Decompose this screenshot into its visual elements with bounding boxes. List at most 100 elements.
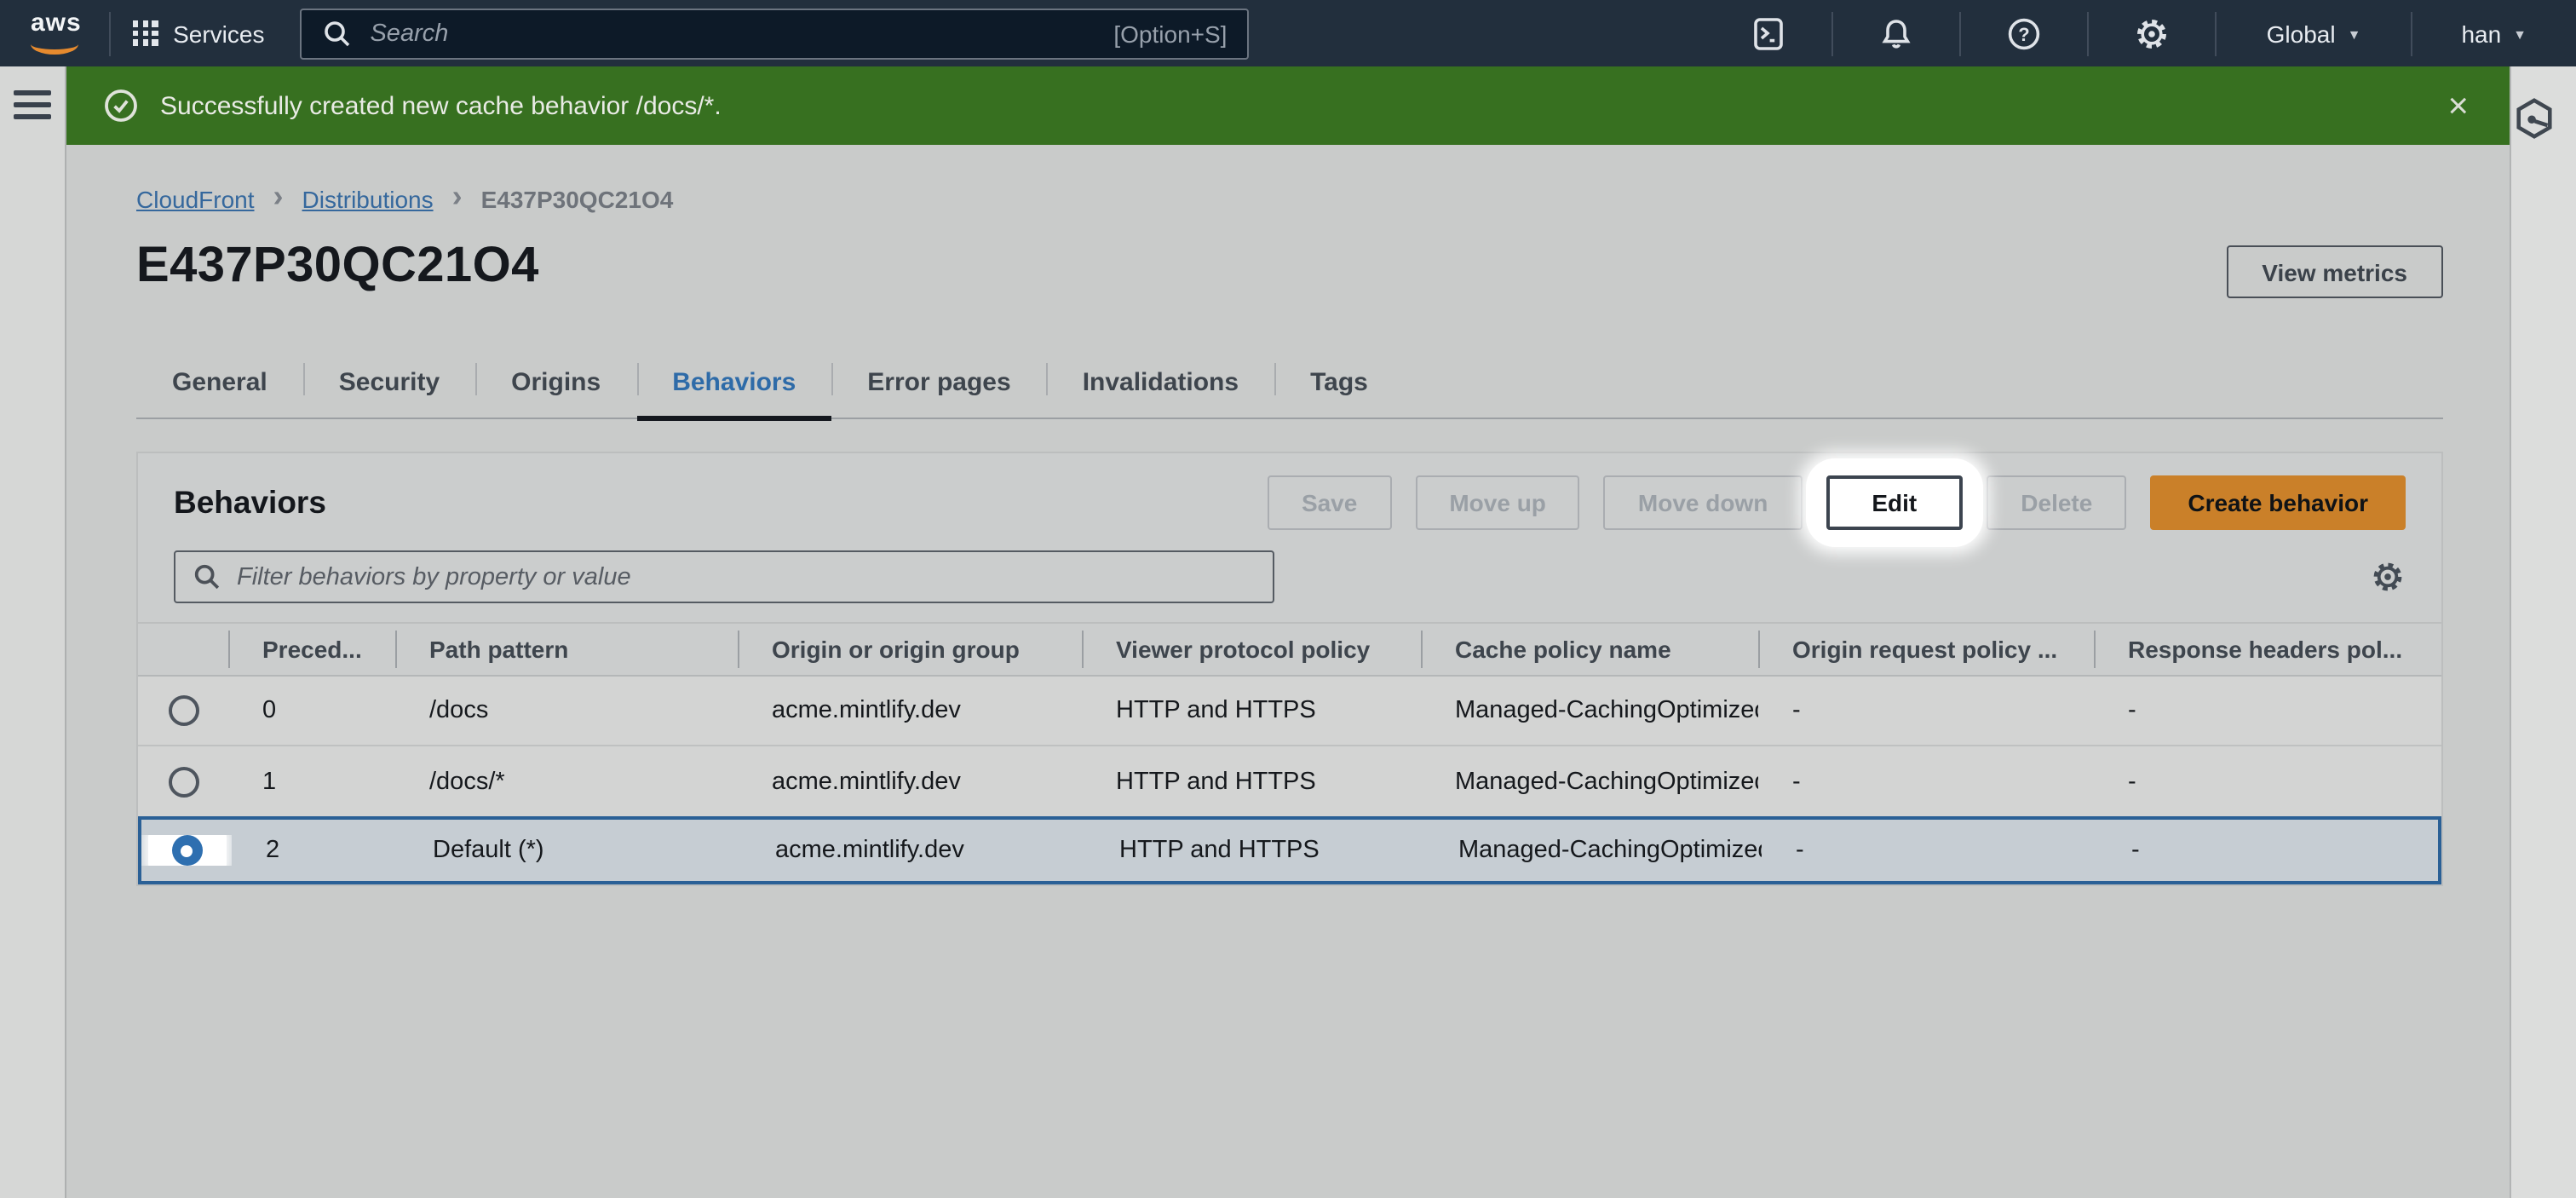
aws-console-window: aws Services Search [Option+S] xyxy=(0,0,2576,1198)
tab-behaviors[interactable]: Behaviors xyxy=(636,348,831,418)
cell-origin: acme.mintlify.dev xyxy=(738,768,1082,795)
account-label: han xyxy=(2461,20,2501,47)
services-menu-button[interactable]: Services xyxy=(133,20,264,47)
filter-behaviors-input[interactable] xyxy=(237,563,1256,590)
breadcrumb-separator-icon: › xyxy=(273,179,284,215)
tab-general[interactable]: General xyxy=(136,348,303,418)
column-header-cache-policy: Cache policy name xyxy=(1421,624,1758,675)
selection-column-header xyxy=(138,624,228,675)
region-selector[interactable]: Global ▼ xyxy=(2240,20,2389,47)
cell-response-headers-policy: - xyxy=(2094,768,2441,795)
breadcrumb-separator-icon: › xyxy=(452,179,463,215)
tab-invalidations[interactable]: Invalidations xyxy=(1047,348,1274,418)
topbar-divider xyxy=(1960,11,1962,55)
cell-origin: acme.mintlify.dev xyxy=(741,837,1085,864)
cell-viewer-protocol: HTTP and HTTPS xyxy=(1085,837,1424,864)
aws-smile-icon xyxy=(31,35,78,54)
success-flashbar: Successfully created new cache behavior … xyxy=(66,66,2510,145)
topbar-divider xyxy=(2088,11,2090,55)
cell-precedence: 2 xyxy=(232,837,399,864)
side-navigation-rail xyxy=(0,66,66,1198)
tab-origins[interactable]: Origins xyxy=(475,348,636,418)
notifications-button[interactable] xyxy=(1856,14,1938,52)
cell-precedence: 1 xyxy=(228,768,395,795)
region-label: Global xyxy=(2267,20,2336,47)
cell-precedence: 0 xyxy=(228,697,395,724)
distribution-tabs: General Security Origins Behaviors Error… xyxy=(136,348,2443,419)
tab-tags[interactable]: Tags xyxy=(1274,348,1404,418)
success-check-icon xyxy=(102,87,140,124)
settings-button[interactable] xyxy=(2112,14,2194,52)
breadcrumb-cloudfront-link[interactable]: CloudFront xyxy=(136,185,255,212)
right-side-rail xyxy=(2510,66,2576,1198)
cloudshell-button[interactable] xyxy=(1728,14,1810,52)
svg-text:?: ? xyxy=(2019,23,2030,44)
tab-security[interactable]: Security xyxy=(303,348,475,418)
topbar-divider xyxy=(109,11,111,55)
table-row[interactable]: 0 /docs acme.mintlify.dev HTTP and HTTPS… xyxy=(138,677,2441,746)
cell-path-pattern: /docs/* xyxy=(395,768,738,795)
edit-button-click-highlight: Edit xyxy=(1826,475,1963,530)
cell-viewer-protocol: HTTP and HTTPS xyxy=(1082,697,1421,724)
chevron-down-icon: ▼ xyxy=(2348,27,2361,43)
table-preferences-button[interactable] xyxy=(2370,559,2406,595)
delete-button[interactable]: Delete xyxy=(1987,475,2126,530)
column-header-origin-request-policy: Origin request policy ... xyxy=(1758,624,2094,675)
cell-origin-request-policy: - xyxy=(1762,837,2097,864)
cell-cache-policy: Managed-CachingOptimized xyxy=(1424,837,1762,864)
close-icon[interactable]: × xyxy=(2442,88,2474,124)
row-radio-button[interactable] xyxy=(168,766,198,797)
cell-cache-policy: Managed-CachingOptimized xyxy=(1421,697,1758,724)
amazon-q-button[interactable] xyxy=(2511,95,2576,141)
save-button[interactable]: Save xyxy=(1268,475,1391,530)
cell-origin: acme.mintlify.dev xyxy=(738,697,1082,724)
behavior-actions: Save Move up Move down Edit Delete Creat… xyxy=(1268,475,2406,530)
help-button[interactable]: ? xyxy=(1984,14,2066,52)
row-radio-button-checked[interactable] xyxy=(171,835,202,866)
edit-button[interactable]: Edit xyxy=(1826,475,1963,530)
open-menu-button[interactable] xyxy=(14,90,51,119)
behaviors-panel: Behaviors Save Move up Move down Edit De… xyxy=(136,452,2443,886)
services-grid-icon xyxy=(133,20,158,45)
move-up-button[interactable]: Move up xyxy=(1415,475,1580,530)
breadcrumb: CloudFront › Distributions › E437P30QC21… xyxy=(136,181,2443,216)
tab-error-pages[interactable]: Error pages xyxy=(831,348,1046,418)
search-shortcut-hint: [Option+S] xyxy=(1113,20,1227,47)
cell-origin-request-policy: - xyxy=(1758,697,2094,724)
topbar-divider xyxy=(2216,11,2217,55)
search-placeholder: Search xyxy=(370,20,1096,47)
table-row[interactable]: 1 /docs/* acme.mintlify.dev HTTP and HTT… xyxy=(138,746,2441,816)
account-menu[interactable]: han ▼ xyxy=(2434,20,2554,47)
question-circle-icon: ? xyxy=(2006,14,2044,52)
table-row-selected[interactable]: 2 Default (*) acme.mintlify.dev HTTP and… xyxy=(138,816,2441,884)
breadcrumb-distributions-link[interactable]: Distributions xyxy=(302,185,434,212)
topbar-right-cluster: ? Global ▼ han ▼ xyxy=(1728,11,2554,55)
move-down-button[interactable]: Move down xyxy=(1604,475,1802,530)
row-radio-button[interactable] xyxy=(168,695,198,726)
gear-icon xyxy=(2370,559,2406,595)
cell-response-headers-policy: - xyxy=(2094,697,2441,724)
breadcrumb-current: E437P30QC21O4 xyxy=(481,185,674,212)
table-header-row: Preced... Path pattern Origin or origin … xyxy=(138,622,2441,677)
behaviors-table: Preced... Path pattern Origin or origin … xyxy=(138,622,2441,884)
flashbar-message: Successfully created new cache behavior … xyxy=(160,91,722,120)
search-icon xyxy=(322,18,353,49)
cell-origin-request-policy: - xyxy=(1758,768,2094,795)
top-navigation-bar: aws Services Search [Option+S] xyxy=(0,0,2576,66)
aws-logo[interactable]: aws xyxy=(26,9,87,57)
filter-behaviors-field xyxy=(174,550,1274,603)
global-search-input[interactable]: Search [Option+S] xyxy=(300,8,1249,59)
cell-path-pattern: /docs xyxy=(395,697,738,724)
column-header-viewer-protocol: Viewer protocol policy xyxy=(1082,624,1421,675)
chevron-down-icon: ▼ xyxy=(2513,27,2527,43)
page-title: E437P30QC21O4 xyxy=(136,239,539,295)
view-metrics-button[interactable]: View metrics xyxy=(2226,245,2443,298)
gear-icon xyxy=(2134,14,2171,52)
topbar-divider xyxy=(1832,11,1834,55)
aws-logo-text: aws xyxy=(31,8,82,37)
cell-viewer-protocol: HTTP and HTTPS xyxy=(1082,768,1421,795)
search-icon xyxy=(193,562,221,591)
cell-cache-policy: Managed-CachingOptimized xyxy=(1421,768,1758,795)
create-behavior-button[interactable]: Create behavior xyxy=(2150,475,2406,530)
cloudshell-terminal-icon xyxy=(1751,14,1788,52)
